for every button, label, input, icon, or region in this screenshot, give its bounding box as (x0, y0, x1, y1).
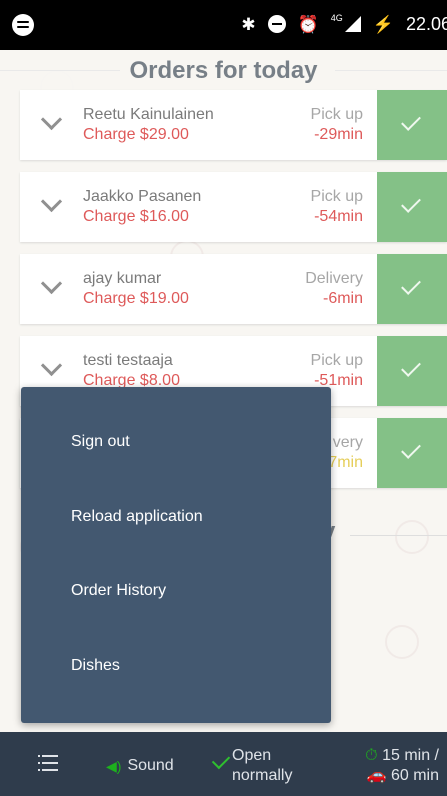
sound-toggle[interactable]: ◀︎) Sound (106, 757, 174, 775)
network-type: 4G (330, 13, 343, 23)
alarm-icon: ⏰ (297, 14, 319, 34)
menu-item-dishes[interactable]: Dishes (71, 657, 120, 675)
signal-icon (344, 16, 361, 32)
charging-icon: ⚡ (372, 14, 394, 34)
open-status[interactable]: Open normally (211, 746, 293, 786)
open-status-line2: normally (232, 767, 293, 784)
timer-icon: ⏱ (365, 747, 378, 764)
menu-item-order-history[interactable]: Order History (71, 582, 166, 600)
open-status-line1: Open (232, 747, 272, 764)
bluetooth-icon: ✱ (241, 14, 256, 34)
sound-label: Sound (127, 757, 174, 774)
prep-times[interactable]: ⏱ 15 min / 🚗 60 min (365, 746, 439, 786)
car-icon: 🚗 (366, 767, 387, 784)
menu-item-reload[interactable]: Reload application (71, 508, 203, 526)
do-not-disturb-icon (267, 15, 286, 33)
menu-icon[interactable] (38, 755, 58, 771)
bottom-bar: ◀︎) Sound Open normally ⏱ 15 min / 🚗 60 … (0, 732, 447, 796)
status-bar: ✱ ⏰ 4G ⚡ 22.06 (0, 0, 447, 50)
spotify-icon (12, 14, 34, 36)
pickup-time: 15 min / (382, 747, 439, 764)
speaker-icon: ◀︎) (106, 757, 122, 774)
delivery-time: 60 min (390, 767, 439, 784)
clock: 22.06 (405, 13, 447, 34)
menu-item-sign-out[interactable]: Sign out (71, 433, 130, 451)
app-menu: Sign out Reload application Order Histor… (21, 387, 331, 723)
check-icon (211, 750, 231, 770)
